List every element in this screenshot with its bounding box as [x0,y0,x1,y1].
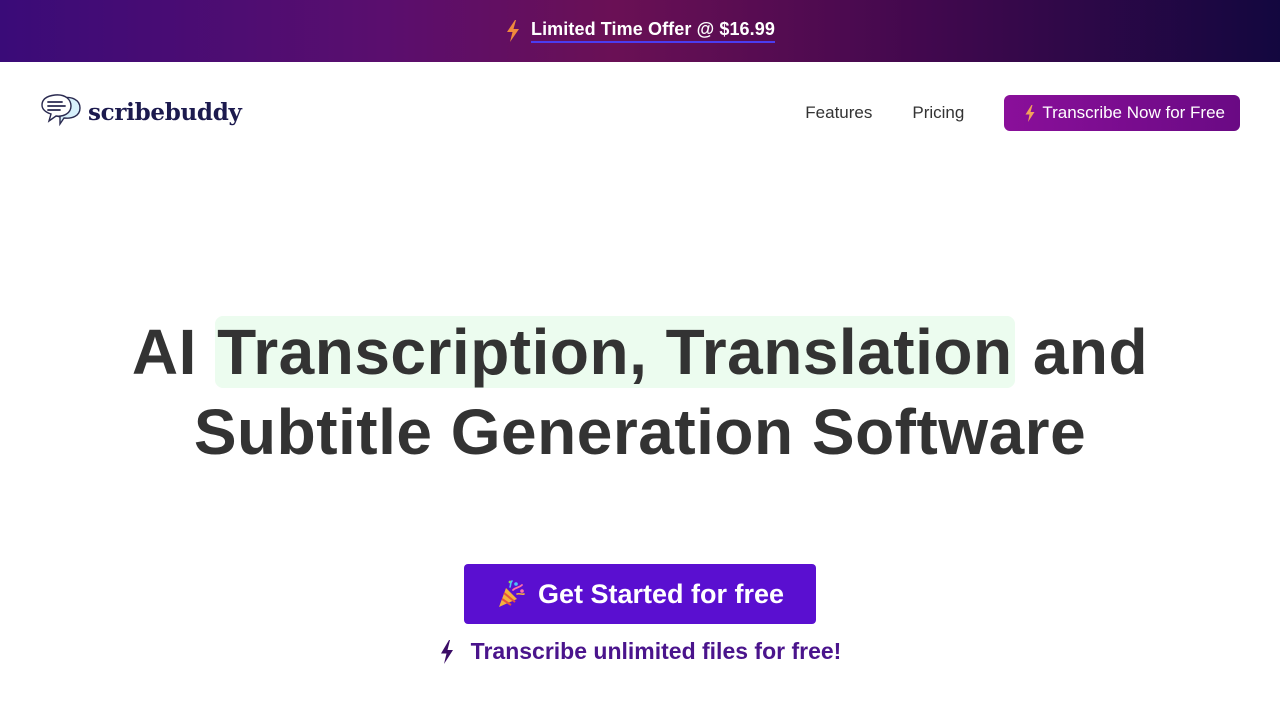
hero-title-prefix: AI [131,316,216,388]
nav-link-features[interactable]: Features [805,103,872,123]
main-nav: Features Pricing Transcribe Now for Free [805,95,1240,131]
hero-title-highlight: Transcription, Translation [215,316,1015,388]
transcribe-now-label: Transcribe Now for Free [1042,103,1225,122]
logo[interactable]: scribebuddy [40,92,242,132]
hero-title-line-1: AI Transcription, Translation and [0,312,1280,392]
promo-banner: Limited Time Offer @ $16.99 [0,0,1280,62]
get-started-button[interactable]: Get Started for free [464,564,816,624]
tagline-text: Transcribe unlimited files for free! [470,638,842,664]
lightning-bolt-icon [506,20,519,42]
promo-offer-link[interactable]: Limited Time Offer @ $16.99 [505,19,775,43]
transcribe-now-button[interactable]: Transcribe Now for Free [1004,95,1240,131]
promo-text: Limited Time Offer @ $16.99 [530,19,775,43]
logo-text: scribebuddy [88,98,242,126]
lightning-bolt-icon [1025,104,1035,122]
party-popper-icon [498,580,525,607]
hero-title-line-2: Subtitle Generation Software [193,396,1087,468]
nav-link-pricing[interactable]: Pricing [912,103,964,123]
get-started-label: Get Started for free [537,578,785,609]
hero-title-suffix: and [1014,316,1149,388]
hero-title: AI Transcription, Translation and Subtit… [0,312,1280,472]
tagline: Transcribe unlimited files for free! [0,638,1280,665]
speech-bubbles-icon [41,94,81,127]
site-header: scribebuddy Features Pricing Transcribe … [0,62,1280,162]
lightning-bolt-icon [440,639,453,664]
